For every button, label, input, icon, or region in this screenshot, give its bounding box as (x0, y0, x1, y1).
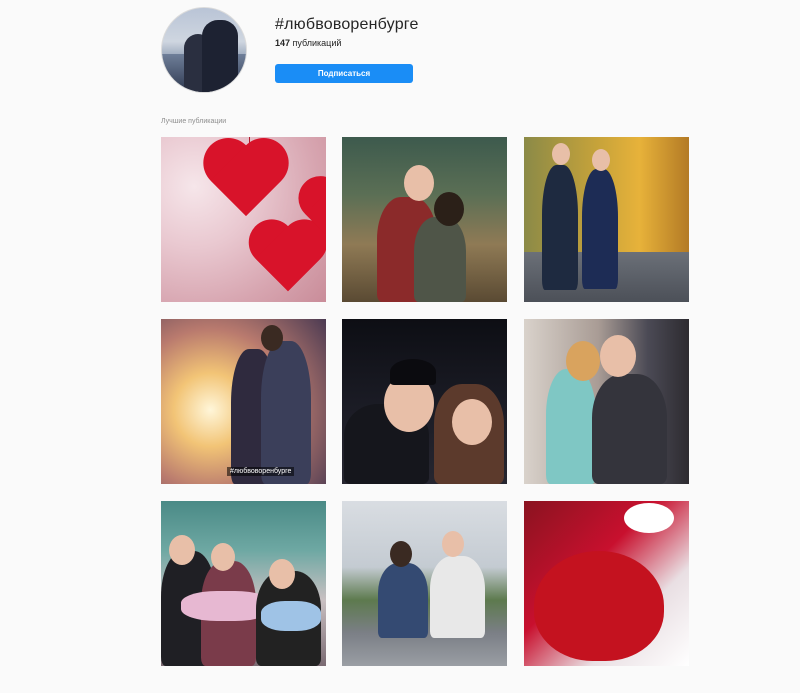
person-shape (430, 556, 485, 638)
person-face (566, 341, 600, 381)
post-tile-couple-night[interactable] (342, 319, 507, 484)
person-shape (542, 165, 578, 290)
hashtag-header: #любвоворенбурге 147 публикаций Подписат… (161, 7, 721, 97)
person-face (434, 192, 464, 226)
post-tile-family[interactable] (161, 501, 326, 666)
post-tile-hearts[interactable] (161, 137, 326, 302)
person-face (552, 143, 570, 165)
top-posts-label: Лучшие публикации (161, 118, 227, 125)
person-face (442, 531, 464, 557)
person-face (600, 335, 636, 377)
post-tile-couple-autumn[interactable] (524, 137, 689, 302)
post-count: 147 публикаций (275, 38, 341, 48)
post-tile-red-velvet-cake[interactable] (524, 501, 689, 666)
follow-button[interactable]: Подписаться (275, 64, 413, 83)
person-shape (261, 341, 311, 484)
hashtag-avatar (161, 7, 247, 93)
heart-shape (202, 141, 290, 221)
person-shape (592, 374, 667, 484)
hat-shape (390, 359, 436, 385)
person-shape (378, 563, 428, 638)
person-face (169, 535, 195, 565)
post-hashtag-overlay: #любвоворенбурге (227, 467, 295, 476)
hashtag-title: #любвоворенбурге (275, 16, 419, 33)
person-shape (414, 217, 466, 302)
person-face (452, 399, 492, 445)
person-face (261, 325, 283, 351)
person-face (269, 559, 295, 589)
cake-shape (534, 551, 664, 661)
post-tile-couple-sunset[interactable]: #любвоворенбурге (161, 319, 326, 484)
posts-grid: #любвоворенбурге (161, 137, 689, 666)
post-count-value: 147 (275, 38, 291, 48)
person-face (404, 165, 434, 201)
person-face (211, 543, 235, 571)
person-shape (582, 169, 618, 289)
baby-blanket-blue (261, 601, 321, 631)
person-shape (546, 369, 596, 484)
person-face (592, 149, 610, 171)
post-tile-couple-kiss[interactable] (524, 319, 689, 484)
post-tile-couple-squat[interactable] (342, 501, 507, 666)
heart-shape (298, 179, 327, 249)
person-face (390, 541, 412, 567)
plate-shape (624, 503, 674, 533)
post-tile-couple-trees[interactable] (342, 137, 507, 302)
avatar-figure-man (202, 20, 238, 92)
post-count-suffix: публикаций (290, 38, 342, 48)
